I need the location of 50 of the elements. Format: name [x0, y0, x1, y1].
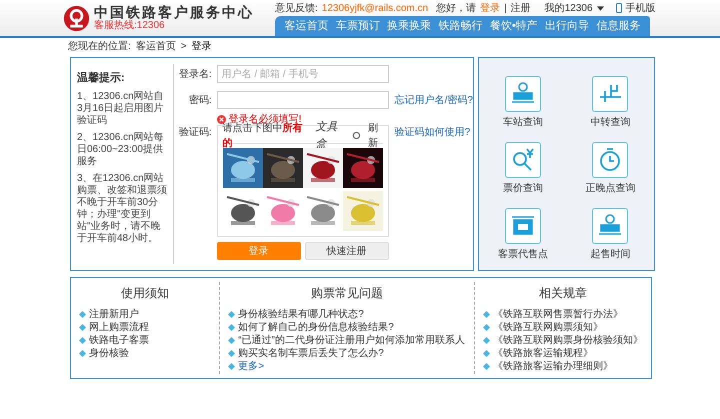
error-message: 登录名必须填写!: [228, 112, 302, 124]
my-account-link[interactable]: 我的12306: [544, 0, 604, 16]
register-link[interactable]: 注册: [510, 0, 531, 16]
more-link[interactable]: 更多>: [238, 359, 264, 374]
info-link[interactable]: 《铁路互联网购票须知》: [493, 320, 603, 335]
column-title: 相关规章: [538, 285, 588, 302]
hotline-text: 客服热线:12306: [94, 20, 166, 32]
info-link[interactable]: 身份核验: [89, 346, 129, 361]
refresh-button[interactable]: 刷新: [352, 120, 383, 150]
info-link[interactable]: “已通过”的二代身份证注册用户如何添加常用联系人: [238, 333, 465, 348]
captcha-label: 验证码:: [178, 126, 212, 140]
service-label[interactable]: 客票代售点: [498, 247, 548, 262]
service-label[interactable]: 中转查询: [590, 115, 630, 130]
info-link[interactable]: 《铁路互联网售票暂行办法》: [493, 307, 623, 322]
breadcrumb-link[interactable]: 客运首页: [136, 39, 176, 54]
register-button[interactable]: 快速注册: [304, 242, 389, 260]
column-title: 购票常见问题: [310, 285, 384, 302]
info-link[interactable]: 《铁路旅客运输规程》: [493, 346, 593, 361]
captcha-word: 文具盒: [315, 119, 338, 152]
info-link[interactable]: 铁路电子客票: [89, 333, 149, 348]
tip-text: 3、在12306.cn网站购票、改签和退票须不晚于开车前30分钟；办理"变更到站"业务时，请不晚于开车前48小时。: [77, 173, 168, 245]
tip-text: 2、12306.cn网站每日06:00~23:00提供服务: [77, 132, 165, 168]
info-link[interactable]: 网上购票流程: [89, 320, 149, 335]
username-label: 登录名:: [178, 68, 212, 82]
separator-text: |: [504, 2, 507, 16]
tips-title: 温馨提示:: [77, 72, 126, 84]
captcha-help-link[interactable]: 验证码如何使用?: [394, 125, 470, 237]
forgot-password-link[interactable]: 忘记用户名/密码?: [394, 92, 473, 108]
site-title: 中国铁路客户服务中心: [94, 4, 254, 20]
greeting-text: 您好，请: [436, 2, 476, 16]
password-label: 密码:: [188, 94, 212, 108]
captcha-prompt: 请点击下图中所有的: [222, 122, 304, 150]
username-field[interactable]: 用户名 / 邮箱 / 手机号: [216, 65, 389, 83]
info-link[interactable]: 《铁路互联网购票身份核验须知》: [493, 333, 643, 348]
breadcrumb-separator: >: [180, 40, 187, 54]
service-label[interactable]: 正晚点查询: [585, 181, 636, 196]
service-label[interactable]: 起售时间: [590, 247, 630, 262]
info-link[interactable]: 购买实名制车票后丢失了怎么办?: [238, 346, 384, 361]
service-label[interactable]: 票价查询: [502, 181, 543, 196]
info-link[interactable]: 如何了解自己的身份信息核验结果?: [238, 320, 394, 335]
column-title: 使用须知: [120, 285, 170, 302]
info-link[interactable]: 《铁路旅客运输办理细则》: [493, 359, 613, 374]
breadcrumb-link[interactable]: 登录: [192, 39, 212, 54]
service-label[interactable]: 车站查询: [502, 115, 543, 130]
feedback-label: 意见反馈:: [275, 2, 318, 16]
info-link[interactable]: 注册新用户: [89, 307, 139, 322]
info-link[interactable]: 身份核验结果有哪几种状态?: [238, 307, 364, 322]
mobile-link[interactable]: 手机版: [626, 0, 656, 16]
tip-text: 1、12306.cn网站自3月16日起启用图片验证码: [77, 91, 165, 127]
breadcrumb-label: 您现在的位置:: [68, 40, 131, 54]
